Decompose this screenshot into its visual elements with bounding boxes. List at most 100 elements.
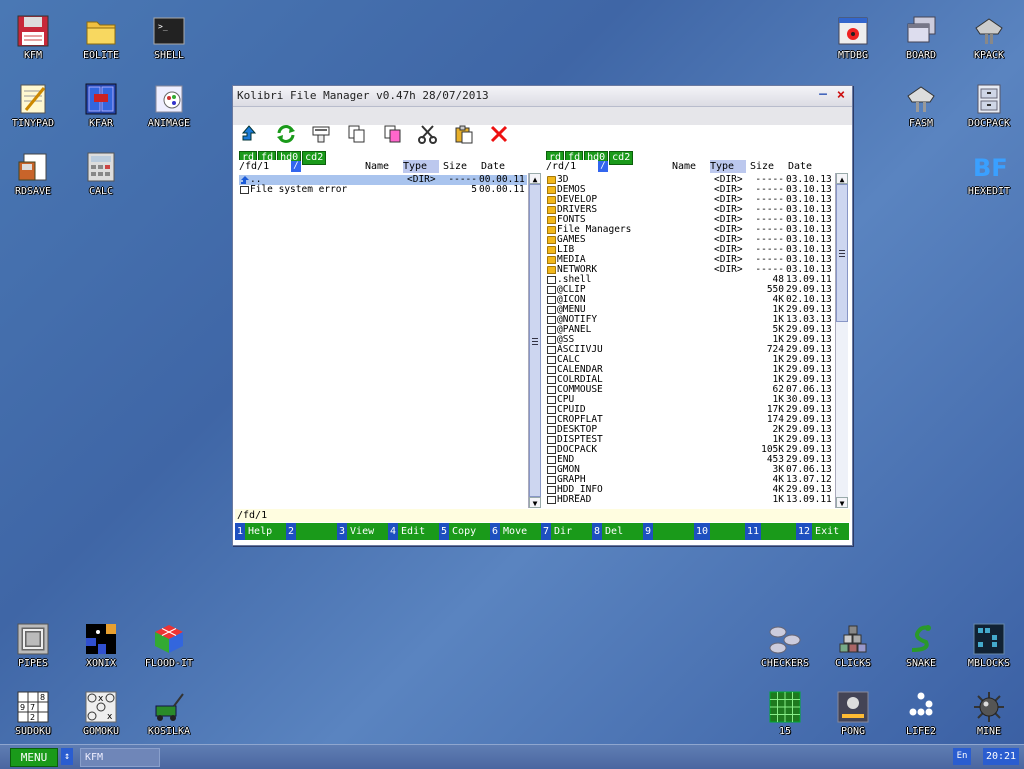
clipboard-icon[interactable] — [453, 124, 475, 144]
left-col-name[interactable]: Name — [365, 160, 389, 173]
desktop-icon-gomoku[interactable]: xx GOMOKU — [69, 680, 133, 744]
delete-icon[interactable] — [488, 124, 510, 144]
desktop-icon-mine[interactable]: MINE — [957, 680, 1021, 744]
file-row[interactable]: HDREAD 1K 13.09.11 — [546, 495, 834, 505]
file-icon — [547, 286, 556, 294]
desktop-icon-label: MINE — [976, 726, 1002, 737]
left-col-date[interactable]: Date — [481, 160, 505, 173]
switch-button[interactable]: ↕ — [61, 748, 73, 765]
menu-button[interactable]: MENU — [10, 748, 58, 767]
left-scroll-thumb[interactable] — [529, 184, 541, 497]
task-button-kfm[interactable]: KFM — [80, 748, 160, 767]
desktop-icon-animage[interactable]: ANIMAGE — [137, 72, 201, 136]
close-button[interactable]: × — [834, 87, 848, 103]
file-date: 00.00.11 — [479, 184, 525, 195]
desktop-icon-checkers[interactable]: CHECKERS — [753, 612, 817, 676]
desktop-icon-sudoku[interactable]: 8972 SUDOKU — [1, 680, 65, 744]
left-file-list: .. <DIR> ----- 00.00.11 File system error 5 00… — [239, 175, 527, 508]
pipes-icon — [16, 622, 50, 656]
desktop-icon-flood-it[interactable]: FLOOD-IT — [137, 612, 201, 676]
left-scrollbar[interactable]: ▲ ▼ — [528, 173, 541, 508]
copy-folder-icon[interactable] — [310, 124, 332, 144]
desktop-icon-fasm[interactable]: FASM — [889, 72, 953, 136]
left-scroll-up-button[interactable]: ▲ — [529, 173, 541, 184]
right-col-name[interactable]: Name — [672, 160, 696, 173]
fkey-8-button[interactable]: 8 Del — [592, 523, 642, 540]
desktop-icon-kfm[interactable]: KFM — [1, 4, 65, 68]
minimize-button[interactable]: – — [816, 87, 830, 103]
desktop-icon-kpack[interactable]: KPACK — [957, 4, 1021, 68]
fkey-label: Help — [248, 526, 273, 537]
right-col-type[interactable]: Type — [710, 160, 746, 173]
desktop-icon-label: DOCPACK — [967, 118, 1011, 129]
desktop-icon-clicks[interactable]: CLICKS — [821, 612, 885, 676]
desktop-icon-15[interactable]: 15 — [753, 680, 817, 744]
desktop-icon-snake[interactable]: SNAKE — [889, 612, 953, 676]
desktop-icon-tinypad[interactable]: TINYPAD — [1, 72, 65, 136]
desktop-icon-pong[interactable]: PONG — [821, 680, 885, 744]
desktop-icon-calc[interactable]: CALC — [69, 140, 133, 204]
refresh-icon[interactable] — [275, 124, 297, 144]
fkey-number: 8 — [592, 523, 603, 540]
right-drive-bar: rd fd hd0 cd2 — [546, 145, 634, 165]
desktop-icon-rdsave[interactable]: RDSAVE — [1, 140, 65, 204]
right-col-size[interactable]: Size — [750, 160, 774, 173]
desktop-icon-shell[interactable]: >_ SHELL — [137, 4, 201, 68]
fkey-10-button[interactable]: 10 — [694, 523, 744, 540]
paste-doc-icon[interactable] — [382, 124, 404, 144]
file-icon — [547, 326, 556, 334]
file-icon — [547, 436, 556, 444]
desktop-icon-hexedit[interactable]: BF HEXEDIT — [957, 140, 1021, 204]
file-row[interactable]: File system error 5 00.00.11 — [239, 185, 527, 195]
desktop-icon-life2[interactable]: LIFE2 — [889, 680, 953, 744]
fkey-12-button[interactable]: 12 Exit — [796, 523, 846, 540]
right-scroll-up-button[interactable]: ▲ — [836, 173, 848, 184]
desktop-icon-docpack[interactable]: DOCPACK — [957, 72, 1021, 136]
command-line[interactable]: /fd/1 — [235, 509, 850, 522]
fkey-6-button[interactable]: 6 Move — [490, 523, 540, 540]
calculator-icon — [84, 150, 118, 184]
left-col-size[interactable]: Size — [443, 160, 467, 173]
cut-icon[interactable] — [417, 124, 439, 144]
desktop-icon-board[interactable]: BOARD — [889, 4, 953, 68]
fkey-2-button[interactable]: 2 — [286, 523, 336, 540]
fkey-9-button[interactable]: 9 — [643, 523, 693, 540]
file-icon — [547, 416, 556, 424]
fkey-11-button[interactable]: 11 — [745, 523, 795, 540]
copy-icon[interactable] — [346, 124, 368, 144]
desktop-icon-label: HEXEDIT — [967, 186, 1011, 197]
file-size: 5 — [471, 184, 477, 195]
desktop-icon-mtdbg[interactable]: MTDBG — [821, 4, 885, 68]
fkey-4-button[interactable]: 4 Edit — [388, 523, 438, 540]
right-file-list: 3D <DIR> ----- 03.10.13 DEMOS <DIR> ----- 03.10… — [546, 175, 834, 508]
desktop-icon-pipes[interactable]: PIPES — [1, 612, 65, 676]
right-scroll-thumb[interactable] — [836, 184, 848, 322]
right-scroll-down-button[interactable]: ▼ — [836, 497, 848, 508]
right-root-button[interactable]: / — [598, 161, 608, 172]
left-scroll-down-button[interactable]: ▼ — [529, 497, 541, 508]
desktop-icon-kosilka[interactable]: KOSILKA — [137, 680, 201, 744]
svg-text:x: x — [107, 712, 113, 722]
fkey-5-button[interactable]: 5 Copy — [439, 523, 489, 540]
up-arrow-icon[interactable] — [239, 124, 261, 144]
fkey-7-button[interactable]: 7 Dir — [541, 523, 591, 540]
fkey-1-button[interactable]: 1 Help — [235, 523, 285, 540]
right-scrollbar[interactable]: ▲ ▼ — [835, 173, 848, 508]
right-col-date[interactable]: Date — [788, 160, 812, 173]
function-key-bar: 1 Help 2 3 View 4 Edit 5 Copy 6 Move 7 Dir 8 Del 9 10 11 1… — [235, 523, 849, 540]
folder-icon — [547, 206, 556, 214]
language-button[interactable]: En — [953, 748, 971, 765]
file-icon — [547, 336, 556, 344]
file-icon — [547, 446, 556, 454]
left-root-button[interactable]: / — [291, 161, 301, 172]
fkey-number: 9 — [643, 523, 654, 540]
file-icon — [547, 386, 556, 394]
grid-icon — [972, 622, 1006, 656]
left-col-type[interactable]: Type — [403, 160, 439, 173]
fkey-3-button[interactable]: 3 View — [337, 523, 387, 540]
window-titlebar[interactable]: Kolibri File Manager v0.47h 28/07/2013 –… — [233, 86, 852, 107]
desktop-icon-mblocks[interactable]: MBLOCKS — [957, 612, 1021, 676]
desktop-icon-xonix[interactable]: XONIX — [69, 612, 133, 676]
desktop-icon-kfar[interactable]: KFAR — [69, 72, 133, 136]
desktop-icon-eolite[interactable]: EOLITE — [69, 4, 133, 68]
